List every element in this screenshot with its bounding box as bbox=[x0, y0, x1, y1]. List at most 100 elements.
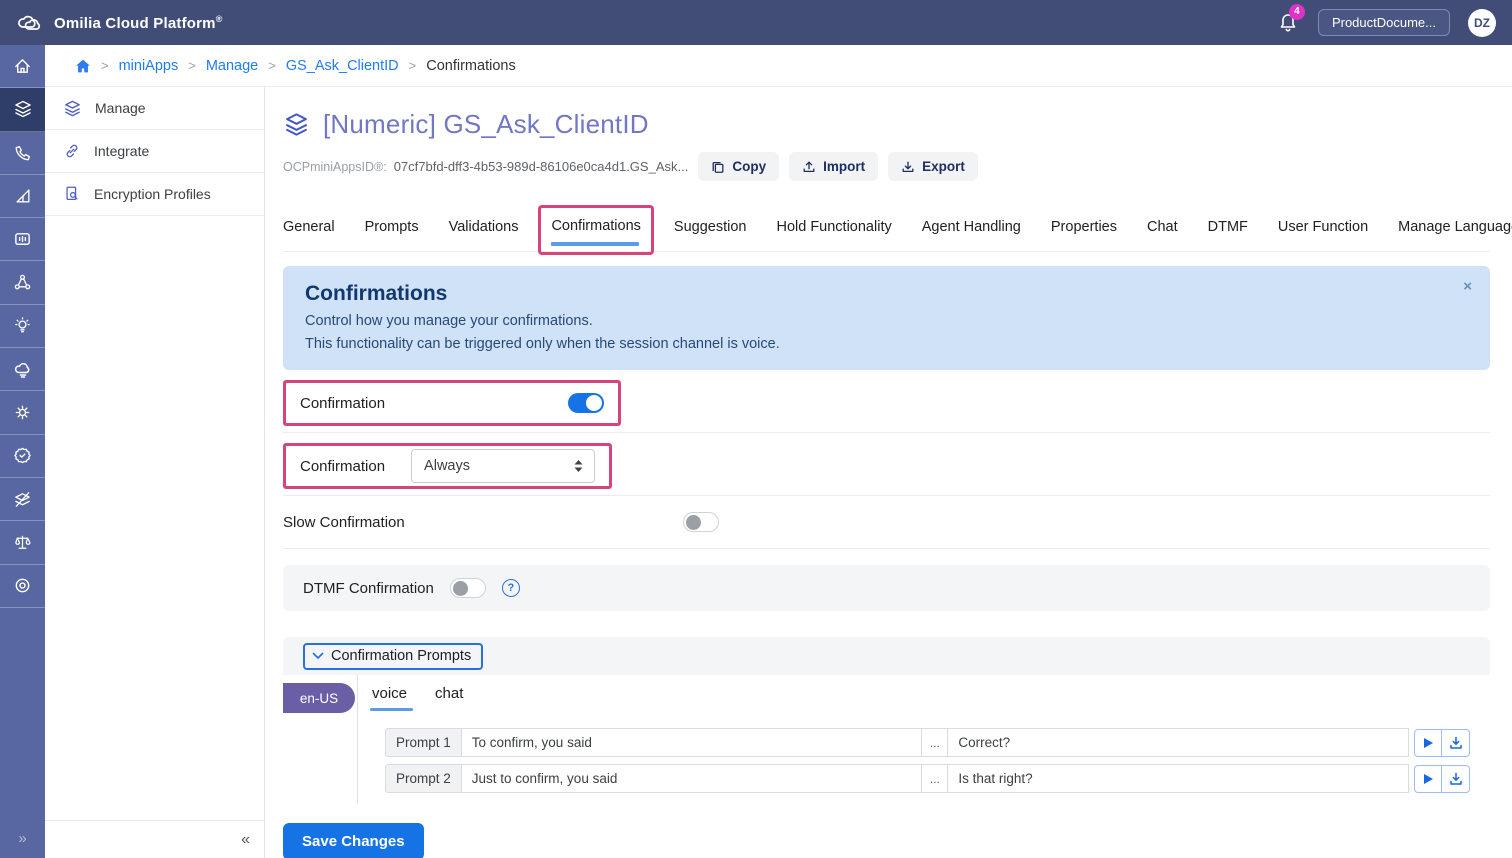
rail-gear-icon[interactable] bbox=[0, 391, 45, 434]
prompt-2-download-button[interactable] bbox=[1442, 765, 1470, 793]
prompt-1-text-input[interactable] bbox=[462, 728, 923, 757]
breadcrumb-miniapp-name[interactable]: GS_Ask_ClientID bbox=[286, 58, 399, 74]
sidebar-item-manage[interactable]: Manage bbox=[45, 87, 264, 130]
language-tab-en-us[interactable]: en-US bbox=[283, 683, 355, 713]
tab-manage-languages[interactable]: Manage Languages bbox=[1398, 207, 1512, 251]
select-updown-icon bbox=[573, 459, 584, 473]
tab-suggestion[interactable]: Suggestion bbox=[674, 207, 747, 251]
banner-description-line1: Control how you manage your confirmation… bbox=[305, 313, 1468, 329]
breadcrumb-separator: > bbox=[268, 58, 276, 73]
tab-prompts[interactable]: Prompts bbox=[365, 207, 419, 251]
prompt-1-variable-slot[interactable]: ... bbox=[922, 728, 948, 757]
rail-ruler-icon[interactable] bbox=[0, 175, 45, 218]
rail-bulb-icon[interactable] bbox=[0, 305, 45, 348]
user-avatar[interactable]: DZ bbox=[1468, 9, 1496, 37]
tab-dtmf[interactable]: DTMF bbox=[1208, 207, 1248, 251]
layers-icon bbox=[63, 99, 82, 118]
confirmation-toggle-label: Confirmation bbox=[300, 395, 385, 412]
dtmf-confirmation-toggle[interactable] bbox=[450, 578, 486, 598]
import-button[interactable]: Import bbox=[789, 152, 878, 181]
select-value: Always bbox=[424, 458, 470, 474]
toggle-knob bbox=[453, 581, 468, 596]
sidebar-item-encryption-profiles[interactable]: Encryption Profiles bbox=[45, 173, 264, 216]
breadcrumb-miniapps[interactable]: miniApps bbox=[119, 58, 179, 74]
confirmation-prompts-collapse-control[interactable]: Confirmation Prompts bbox=[303, 643, 483, 670]
rail-monitor-icon[interactable] bbox=[0, 218, 45, 261]
annotation-box-confirmation-mode: Confirmation Always bbox=[283, 443, 612, 489]
breadcrumb-home-icon[interactable] bbox=[75, 58, 91, 74]
rail-miniapps-layers-icon[interactable] bbox=[0, 88, 45, 131]
annotation-box-confirmation-toggle: Confirmation bbox=[283, 380, 621, 426]
topbar: Omilia Cloud Platform® 4 ProductDocume..… bbox=[0, 0, 1512, 45]
import-button-label: Import bbox=[823, 159, 865, 174]
icon-rail-sidebar: » bbox=[0, 45, 45, 858]
rail-cloud-icon[interactable] bbox=[0, 348, 45, 391]
confirmations-info-banner: Confirmations Control how you manage you… bbox=[283, 266, 1490, 370]
miniapp-layers-icon bbox=[283, 111, 310, 138]
sidebar-item-label: Manage bbox=[95, 100, 146, 116]
product-documentation-button[interactable]: ProductDocume... bbox=[1318, 9, 1450, 36]
breadcrumb-manage[interactable]: Manage bbox=[206, 58, 258, 74]
brand-title: Omilia Cloud Platform® bbox=[54, 14, 223, 32]
miniapps-id-value: 07cf7bfd-dff3-4b53-989d-86106e0ca4d1.GS_… bbox=[394, 159, 689, 174]
sidebar-collapse-chevrons[interactable]: « bbox=[45, 820, 264, 858]
tab-validations[interactable]: Validations bbox=[449, 207, 519, 251]
notifications-bell-icon[interactable]: 4 bbox=[1276, 11, 1300, 35]
prompt-1-play-button[interactable] bbox=[1414, 729, 1442, 757]
doc-search-icon bbox=[63, 185, 81, 203]
tab-voice-active[interactable]: voice bbox=[372, 685, 407, 711]
sidebar-item-integrate[interactable]: Integrate bbox=[45, 130, 264, 173]
tab-general[interactable]: General bbox=[283, 207, 335, 251]
breadcrumb-separator: > bbox=[188, 58, 196, 73]
rail-scales-icon[interactable] bbox=[0, 521, 45, 564]
prompt-1-suffix-input[interactable] bbox=[948, 728, 1409, 757]
omilia-cloud-logo-icon bbox=[16, 13, 44, 33]
rail-record-icon[interactable] bbox=[0, 565, 45, 608]
rail-badge-check-icon[interactable] bbox=[0, 435, 45, 478]
save-changes-button[interactable]: Save Changes bbox=[283, 823, 424, 858]
dtmf-confirmation-panel: DTMF Confirmation ? bbox=[283, 565, 1490, 611]
dtmf-help-icon[interactable]: ? bbox=[502, 579, 520, 597]
toggle-knob bbox=[686, 515, 701, 530]
tab-chat[interactable]: Chat bbox=[1147, 207, 1178, 251]
prompt-row-1: Prompt 1 ... bbox=[385, 728, 1470, 757]
rail-home-icon[interactable] bbox=[0, 45, 45, 88]
prompt-1-download-button[interactable] bbox=[1442, 729, 1470, 757]
prompt-2-suffix-input[interactable] bbox=[948, 764, 1409, 793]
tab-user-function[interactable]: User Function bbox=[1278, 207, 1368, 251]
banner-title: Confirmations bbox=[305, 282, 1468, 306]
breadcrumb-separator: > bbox=[409, 58, 417, 73]
confirmation-mode-select[interactable]: Always bbox=[411, 449, 595, 483]
export-button[interactable]: Export bbox=[888, 152, 978, 181]
rail-layers-slash-icon[interactable] bbox=[0, 478, 45, 521]
prompt-2-text-input[interactable] bbox=[462, 764, 923, 793]
prompt-1-label: Prompt 1 bbox=[385, 728, 462, 757]
annotation-box-confirmations-tab: Confirmations bbox=[538, 205, 653, 255]
copy-button[interactable]: Copy bbox=[698, 152, 779, 181]
slow-confirmation-label: Slow Confirmation bbox=[283, 514, 683, 531]
rail-network-icon[interactable] bbox=[0, 261, 45, 304]
banner-description-line2: This functionality can be triggered only… bbox=[305, 336, 1468, 352]
row-divider bbox=[283, 548, 1490, 549]
rail-phone-icon[interactable] bbox=[0, 132, 45, 175]
dtmf-confirmation-label: DTMF Confirmation bbox=[303, 580, 434, 597]
banner-close-icon[interactable]: × bbox=[1463, 278, 1472, 295]
sidebar-item-label: Integrate bbox=[94, 143, 149, 159]
confirmation-prompts-title: Confirmation Prompts bbox=[331, 648, 471, 664]
tab-properties[interactable]: Properties bbox=[1051, 207, 1117, 251]
chevron-down-icon bbox=[312, 652, 324, 660]
tab-chat-channel[interactable]: chat bbox=[435, 685, 463, 711]
row-divider bbox=[283, 432, 1490, 433]
prompt-2-variable-slot[interactable]: ... bbox=[922, 764, 948, 793]
confirmation-toggle[interactable] bbox=[568, 393, 604, 413]
prompt-2-label: Prompt 2 bbox=[385, 764, 462, 793]
slow-confirmation-toggle[interactable] bbox=[683, 512, 719, 532]
page-title: [Numeric] GS_Ask_ClientID bbox=[323, 109, 649, 140]
tab-hold-functionality[interactable]: Hold Functionality bbox=[776, 207, 891, 251]
secondary-sidebar: Manage Integrate Encryption Profiles « bbox=[45, 87, 265, 858]
language-tab-column: en-US bbox=[283, 675, 358, 803]
prompt-2-play-button[interactable] bbox=[1414, 765, 1442, 793]
tab-agent-handling[interactable]: Agent Handling bbox=[922, 207, 1021, 251]
notification-count-badge: 4 bbox=[1289, 4, 1305, 20]
rail-expand-chevrons[interactable]: » bbox=[0, 818, 45, 858]
